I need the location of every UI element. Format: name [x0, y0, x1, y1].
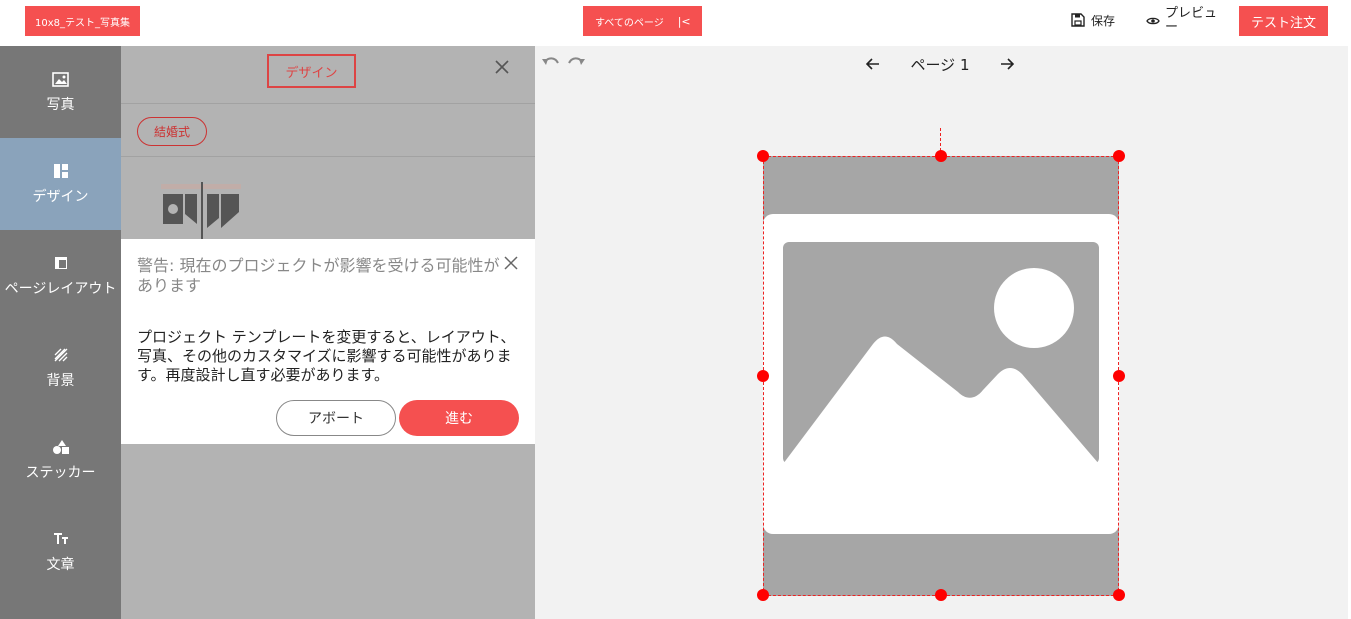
dialog-title: 警告: 現在のプロジェクトが影響を受ける可能性があります — [137, 256, 500, 295]
dialog-close-icon[interactable] — [503, 255, 519, 271]
page-navigator: ページ 1 — [865, 52, 1015, 76]
sidebar-item-page-layout[interactable]: ページレイアウト — [0, 230, 121, 322]
sidebar-item-photos[interactable]: 写真 — [0, 46, 121, 138]
editor-canvas: ページ 1 — [535, 46, 1348, 619]
sidebar-item-label: 文章 — [46, 557, 75, 573]
test-order-button[interactable]: テスト注文 — [1239, 6, 1328, 36]
collapse-icon: |< — [677, 14, 691, 28]
sidebar-item-label: デザイン — [32, 189, 89, 205]
sidebar-item-background[interactable]: 背景 — [0, 322, 121, 414]
sidebar: 写真 デザイン ページレイアウト 背景 ステッカー 文章 — [0, 46, 121, 619]
preview-button[interactable]: プレビュー — [1134, 5, 1234, 37]
shapes-icon — [52, 438, 70, 456]
resize-handle-left[interactable] — [757, 370, 769, 382]
sidebar-item-text[interactable]: 文章 — [0, 506, 121, 598]
resize-handle-bottom[interactable] — [935, 589, 947, 601]
dialog-message: プロジェクト テンプレートを変更すると、レイアウト、写真、その他のカスタマイズに… — [137, 328, 516, 384]
tab-design[interactable]: デザイン — [267, 54, 356, 88]
warning-dialog: 警告: 現在のプロジェクトが影響を受ける可能性があります プロジェクト テンプレ… — [121, 239, 535, 444]
sidebar-item-label: ページレイアウト — [4, 281, 117, 297]
sidebar-item-stickers[interactable]: ステッカー — [0, 414, 121, 506]
resize-handle-bottom-left[interactable] — [757, 589, 769, 601]
previous-page-arrow-icon[interactable] — [865, 56, 881, 72]
page-layout-icon — [52, 254, 70, 272]
save-button[interactable]: 保存 — [1071, 9, 1115, 31]
undo-icon[interactable] — [541, 56, 561, 70]
image-icon — [52, 70, 70, 88]
save-label: 保存 — [1091, 13, 1116, 28]
sidebar-item-label: 背景 — [46, 373, 75, 389]
category-chip-wedding[interactable]: 結婚式 — [137, 117, 207, 146]
eye-icon — [1146, 17, 1160, 25]
resize-handle-top[interactable] — [935, 150, 947, 162]
template-thumbnail[interactable] — [161, 182, 241, 242]
panel-header: デザイン — [121, 46, 535, 104]
sidebar-item-label: ステッカー — [25, 465, 96, 481]
category-row: 結婚式 — [121, 104, 535, 157]
top-bar: 10x8_テスト_写真集 すべてのページ |< 保存 プレビュー テスト注文 — [0, 0, 1351, 46]
resize-handle-right[interactable] — [1113, 370, 1125, 382]
sidebar-item-label: 写真 — [46, 97, 75, 113]
abort-button[interactable]: アボート — [276, 400, 396, 436]
proceed-button[interactable]: 進む — [399, 400, 519, 436]
text-icon — [52, 530, 70, 548]
preview-label: プレビュー — [1165, 6, 1218, 35]
all-pages-button[interactable]: すべてのページ |< — [583, 6, 702, 36]
background-pattern-icon — [52, 346, 70, 364]
resize-handle-top-right[interactable] — [1113, 150, 1125, 162]
resize-handle-bottom-right[interactable] — [1113, 589, 1125, 601]
all-pages-label: すべてのページ — [595, 17, 664, 29]
redo-icon[interactable] — [566, 56, 586, 70]
selection-box — [763, 156, 1119, 596]
sidebar-item-design[interactable]: デザイン — [0, 138, 121, 230]
save-icon — [1071, 13, 1085, 27]
next-page-arrow-icon[interactable] — [999, 56, 1015, 72]
project-name-button[interactable]: 10x8_テスト_写真集 — [25, 6, 140, 36]
close-icon[interactable] — [493, 58, 511, 76]
design-layout-icon — [52, 162, 70, 180]
resize-handle-top-left[interactable] — [757, 150, 769, 162]
page-label: ページ 1 — [910, 55, 970, 74]
